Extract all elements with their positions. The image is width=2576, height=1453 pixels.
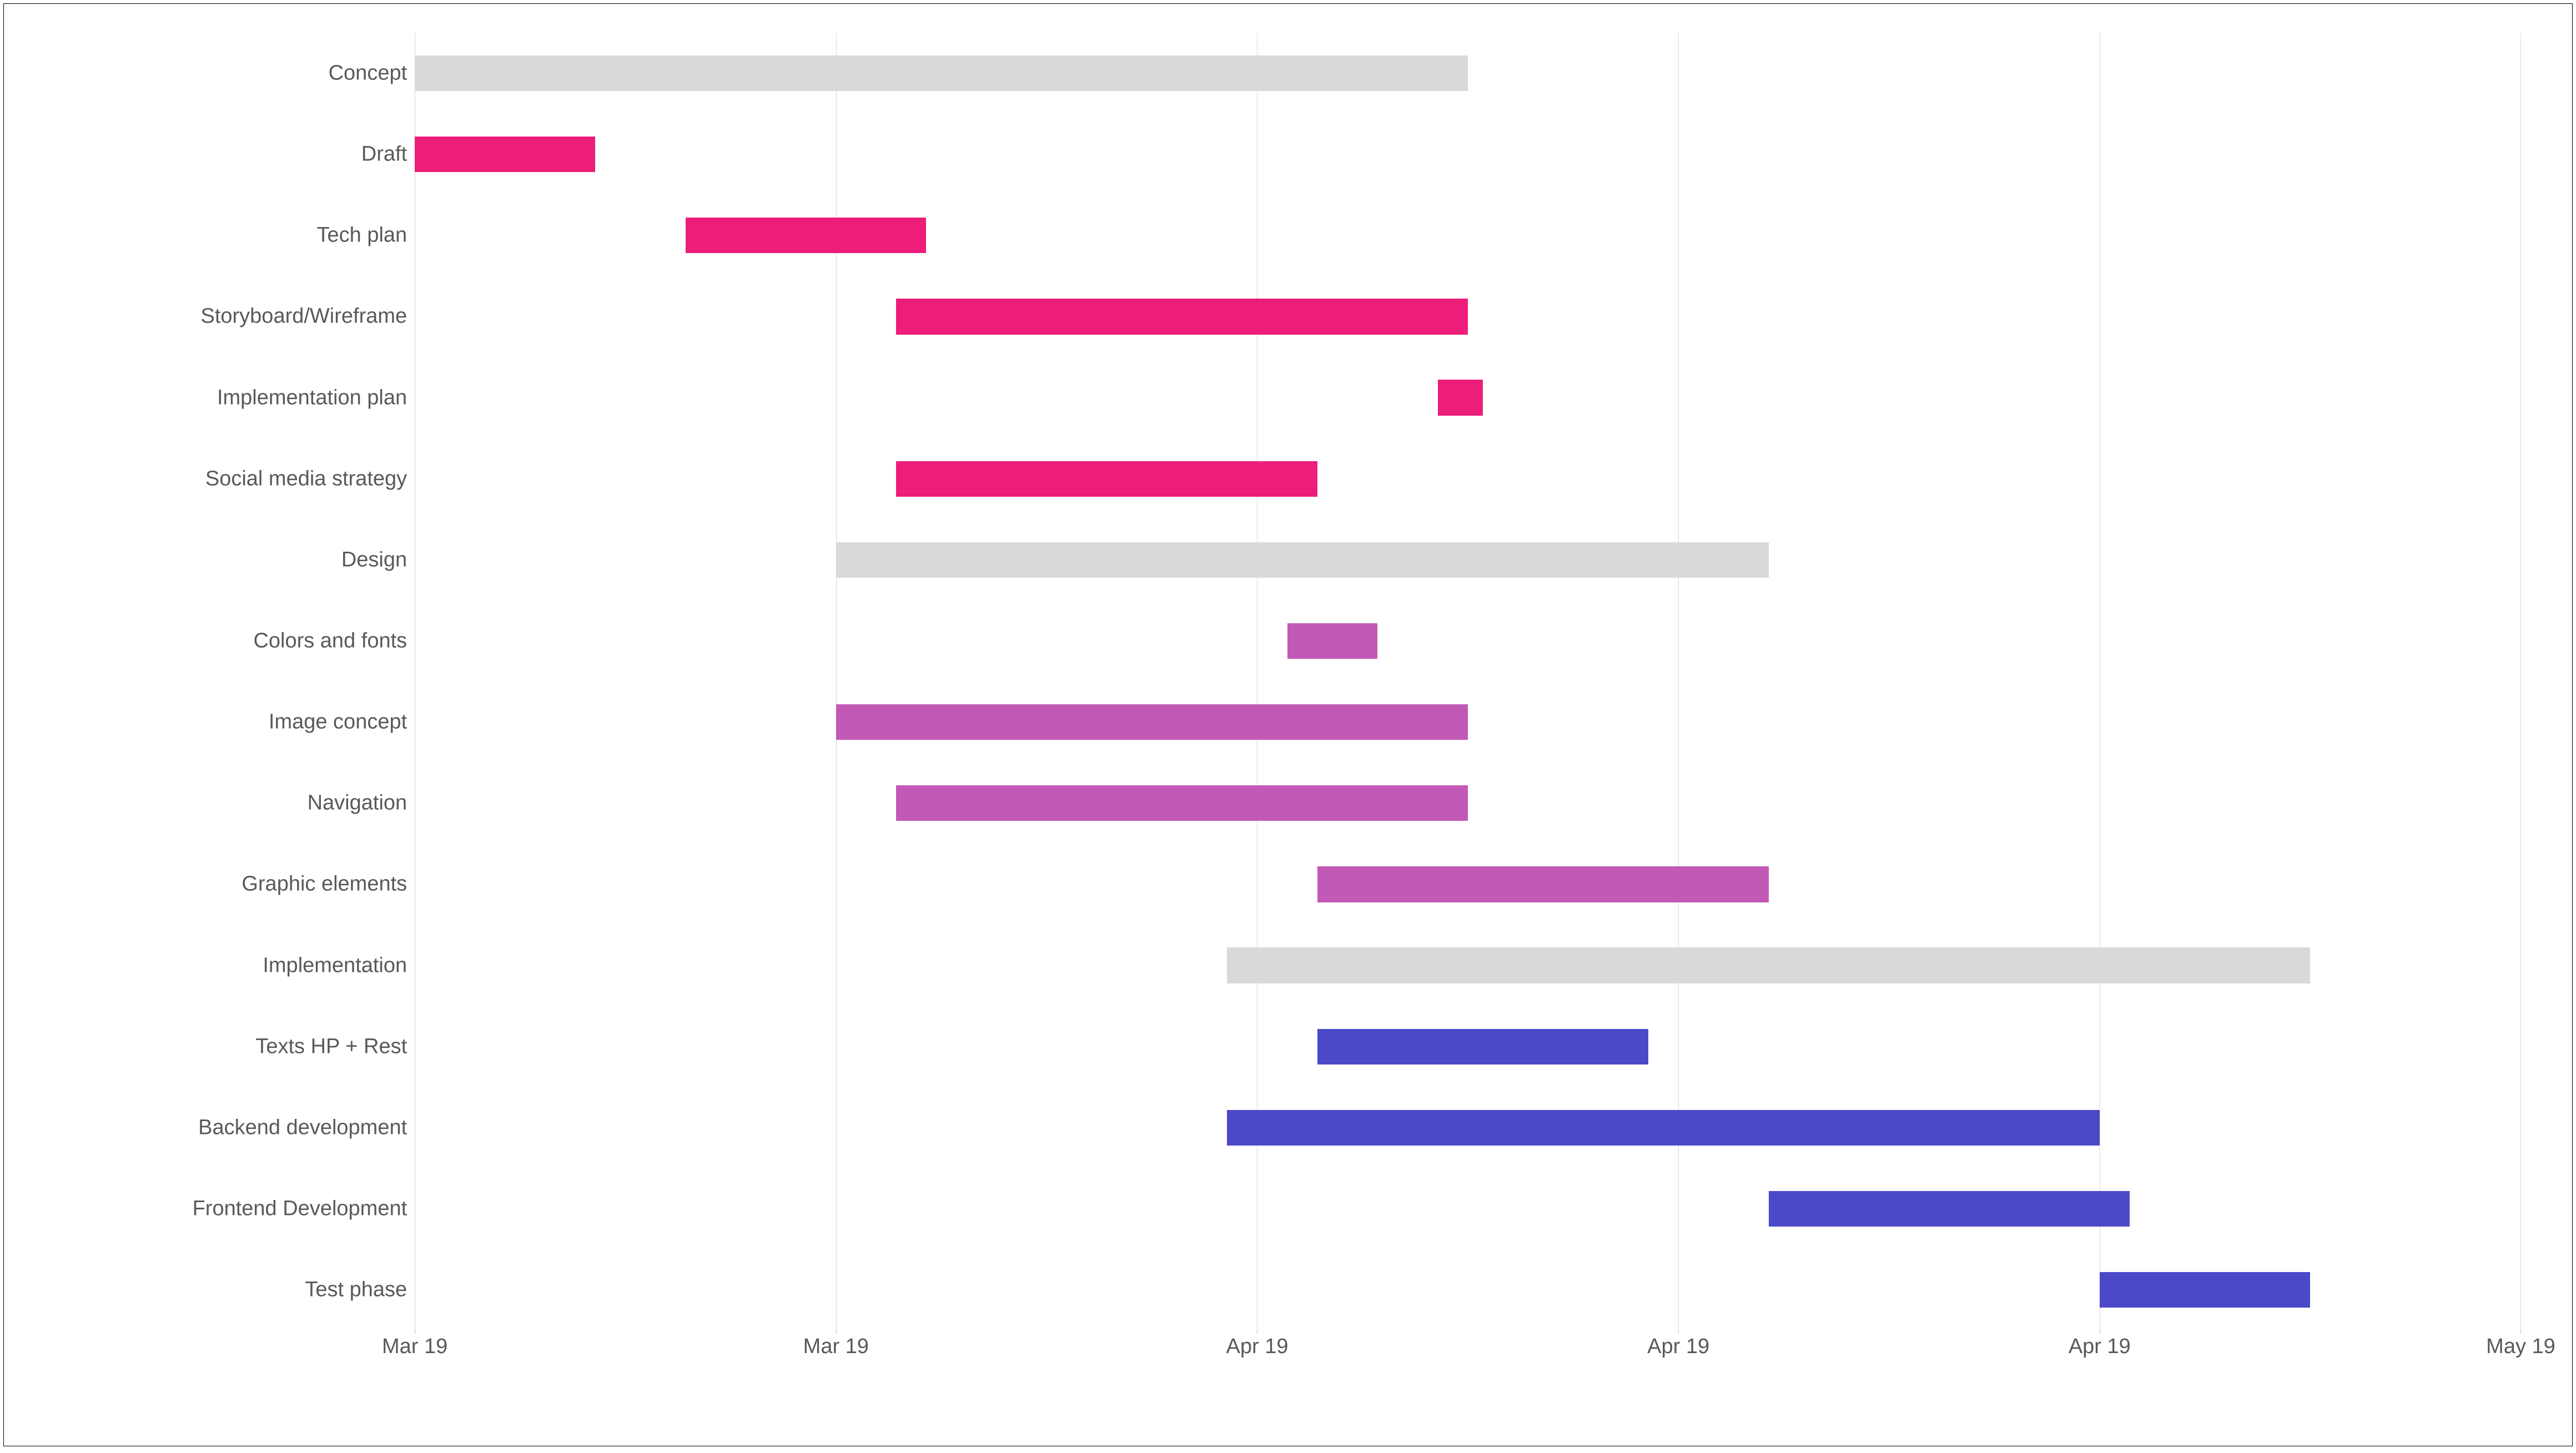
task-label: Frontend Development xyxy=(193,1197,415,1220)
task-label: Design xyxy=(341,548,415,572)
task-label: Concept xyxy=(329,62,415,85)
task-label: Tech plan xyxy=(316,224,415,248)
x-tick-label: Mar 19 xyxy=(382,1330,447,1359)
plot-area: ConceptDraftTech planStoryboard/Wirefram… xyxy=(415,33,2520,1330)
task-label: Storyboard/Wireframe xyxy=(200,305,415,329)
task-label: Navigation xyxy=(308,791,415,815)
gantt-chart: Concept Draft Tech plan Storyboard/Wirefram… xyxy=(3,3,2573,1446)
x-tick-label: Apr 19 xyxy=(1647,1330,1709,1359)
task-label: Implementation xyxy=(263,953,415,977)
task-label: Draft xyxy=(361,143,415,167)
task-label: Social media strategy xyxy=(205,467,415,491)
task-label: Backend development xyxy=(198,1116,415,1139)
task-label: Colors and fonts xyxy=(253,629,415,653)
task-label: Image concept xyxy=(269,710,415,734)
x-tick-label: May 19 xyxy=(2486,1330,2555,1359)
x-axis: Mar 19Mar 19Apr 19Apr 19Apr 19May 19 xyxy=(415,33,2520,1330)
task-label: Test phase xyxy=(305,1278,415,1302)
task-label: Graphic elements xyxy=(242,872,415,896)
task-label: Texts HP + Rest xyxy=(255,1035,415,1058)
x-tick-label: Apr 19 xyxy=(1226,1330,1289,1359)
x-tick-label: Mar 19 xyxy=(803,1330,869,1359)
gridline xyxy=(2520,33,2521,1330)
x-tick-label: Apr 19 xyxy=(2069,1330,2131,1359)
task-label: Implementation plan xyxy=(217,386,415,410)
